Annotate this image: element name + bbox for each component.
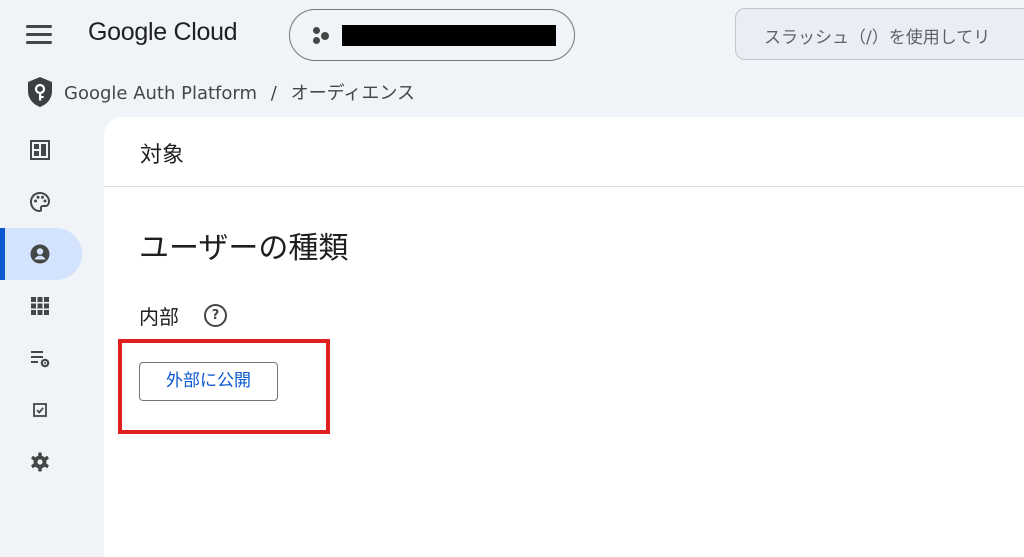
settings-icon [31, 452, 49, 472]
branding-icon [29, 191, 51, 213]
auth-platform-shield-icon [28, 77, 52, 107]
data-access-icon [31, 351, 50, 368]
sidebar-item-data-access[interactable] [0, 332, 82, 384]
breadcrumb-product-link[interactable]: Google Auth Platform [64, 83, 257, 104]
google-cloud-logo[interactable]: Google Cloud [88, 18, 238, 47]
project-name-redacted [342, 25, 556, 46]
project-icon [310, 25, 332, 47]
make-external-button[interactable]: 外部に公開 [139, 362, 278, 401]
page-header: 対象 [104, 117, 1024, 187]
sidebar-item-verification[interactable] [0, 384, 82, 436]
sidebar-item-clients[interactable] [0, 280, 82, 332]
page-title: 対象 [140, 143, 185, 168]
sidebar-item-settings[interactable] [0, 436, 82, 488]
project-picker[interactable] [289, 9, 575, 61]
help-icon[interactable]: ? [204, 304, 227, 327]
main-menu-icon[interactable] [22, 20, 58, 50]
top-app-bar: Google Cloud スラッシュ（/）を使用してリ [0, 0, 1024, 68]
clients-icon [31, 297, 49, 315]
main-content-panel: 対象 ユーザーの種類 内部 ? 外部に公開 [104, 117, 1024, 557]
sidebar-item-overview[interactable] [0, 124, 82, 176]
dashboard-icon [30, 140, 50, 160]
search-placeholder: スラッシュ（/）を使用してリ [764, 28, 991, 48]
user-type-value: 内部 [139, 305, 179, 329]
verification-center-icon [33, 403, 47, 417]
audience-icon [30, 244, 50, 264]
breadcrumb-separator: / [270, 83, 277, 104]
search-input[interactable]: スラッシュ（/）を使用してリ [735, 8, 1024, 60]
left-nav-sidebar [0, 120, 104, 549]
sidebar-item-branding[interactable] [0, 176, 82, 228]
sidebar-item-audience[interactable] [0, 228, 82, 280]
breadcrumb-current-page: オーディエンス [290, 83, 415, 104]
user-type-section-title: ユーザーの種類 [139, 231, 349, 266]
